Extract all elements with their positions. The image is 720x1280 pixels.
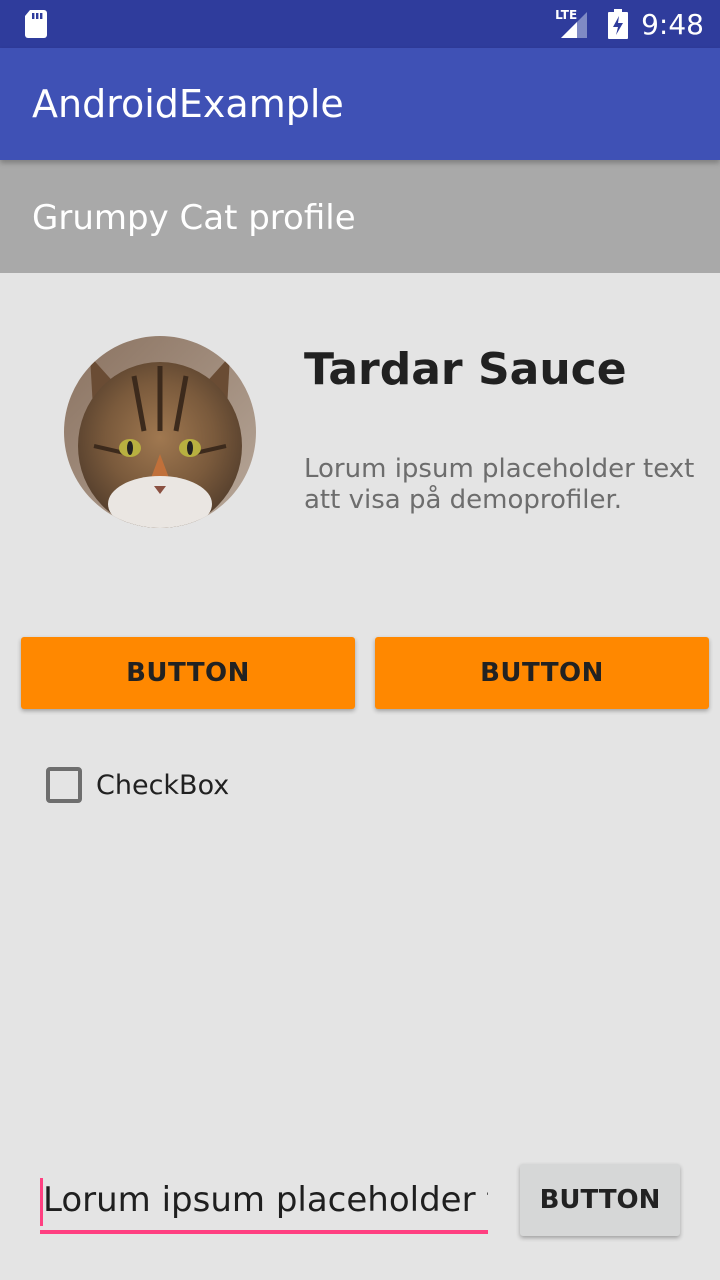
app-title: AndroidExample (32, 82, 344, 126)
battery-charging-icon (608, 9, 629, 39)
right-button[interactable]: BUTTON (375, 637, 709, 709)
checkbox-label: CheckBox (96, 769, 230, 801)
checkbox[interactable] (46, 767, 82, 803)
status-bar: LTE 9:48 (0, 0, 720, 48)
profile-description: Lorum ipsum placeholder text att visa på… (304, 454, 695, 515)
bottom-button[interactable]: BUTTON (520, 1164, 680, 1236)
lte-signal-icon: LTE (555, 8, 595, 40)
status-time: 9:48 (641, 7, 704, 41)
profile-avatar (64, 336, 256, 528)
section-title: Grumpy Cat profile (32, 198, 356, 238)
checkbox-row[interactable]: CheckBox (46, 767, 229, 803)
text-input-value: Lorum ipsum placeholder te (43, 1180, 488, 1220)
app-bar: AndroidExample (0, 48, 720, 160)
section-header: Grumpy Cat profile (0, 160, 720, 273)
sd-card-icon (25, 10, 47, 38)
cat-photo-icon (64, 336, 256, 528)
profile-name: Tardar Sauce (304, 344, 627, 395)
left-button[interactable]: BUTTON (21, 637, 355, 709)
text-input[interactable]: Lorum ipsum placeholder te (40, 1176, 488, 1234)
